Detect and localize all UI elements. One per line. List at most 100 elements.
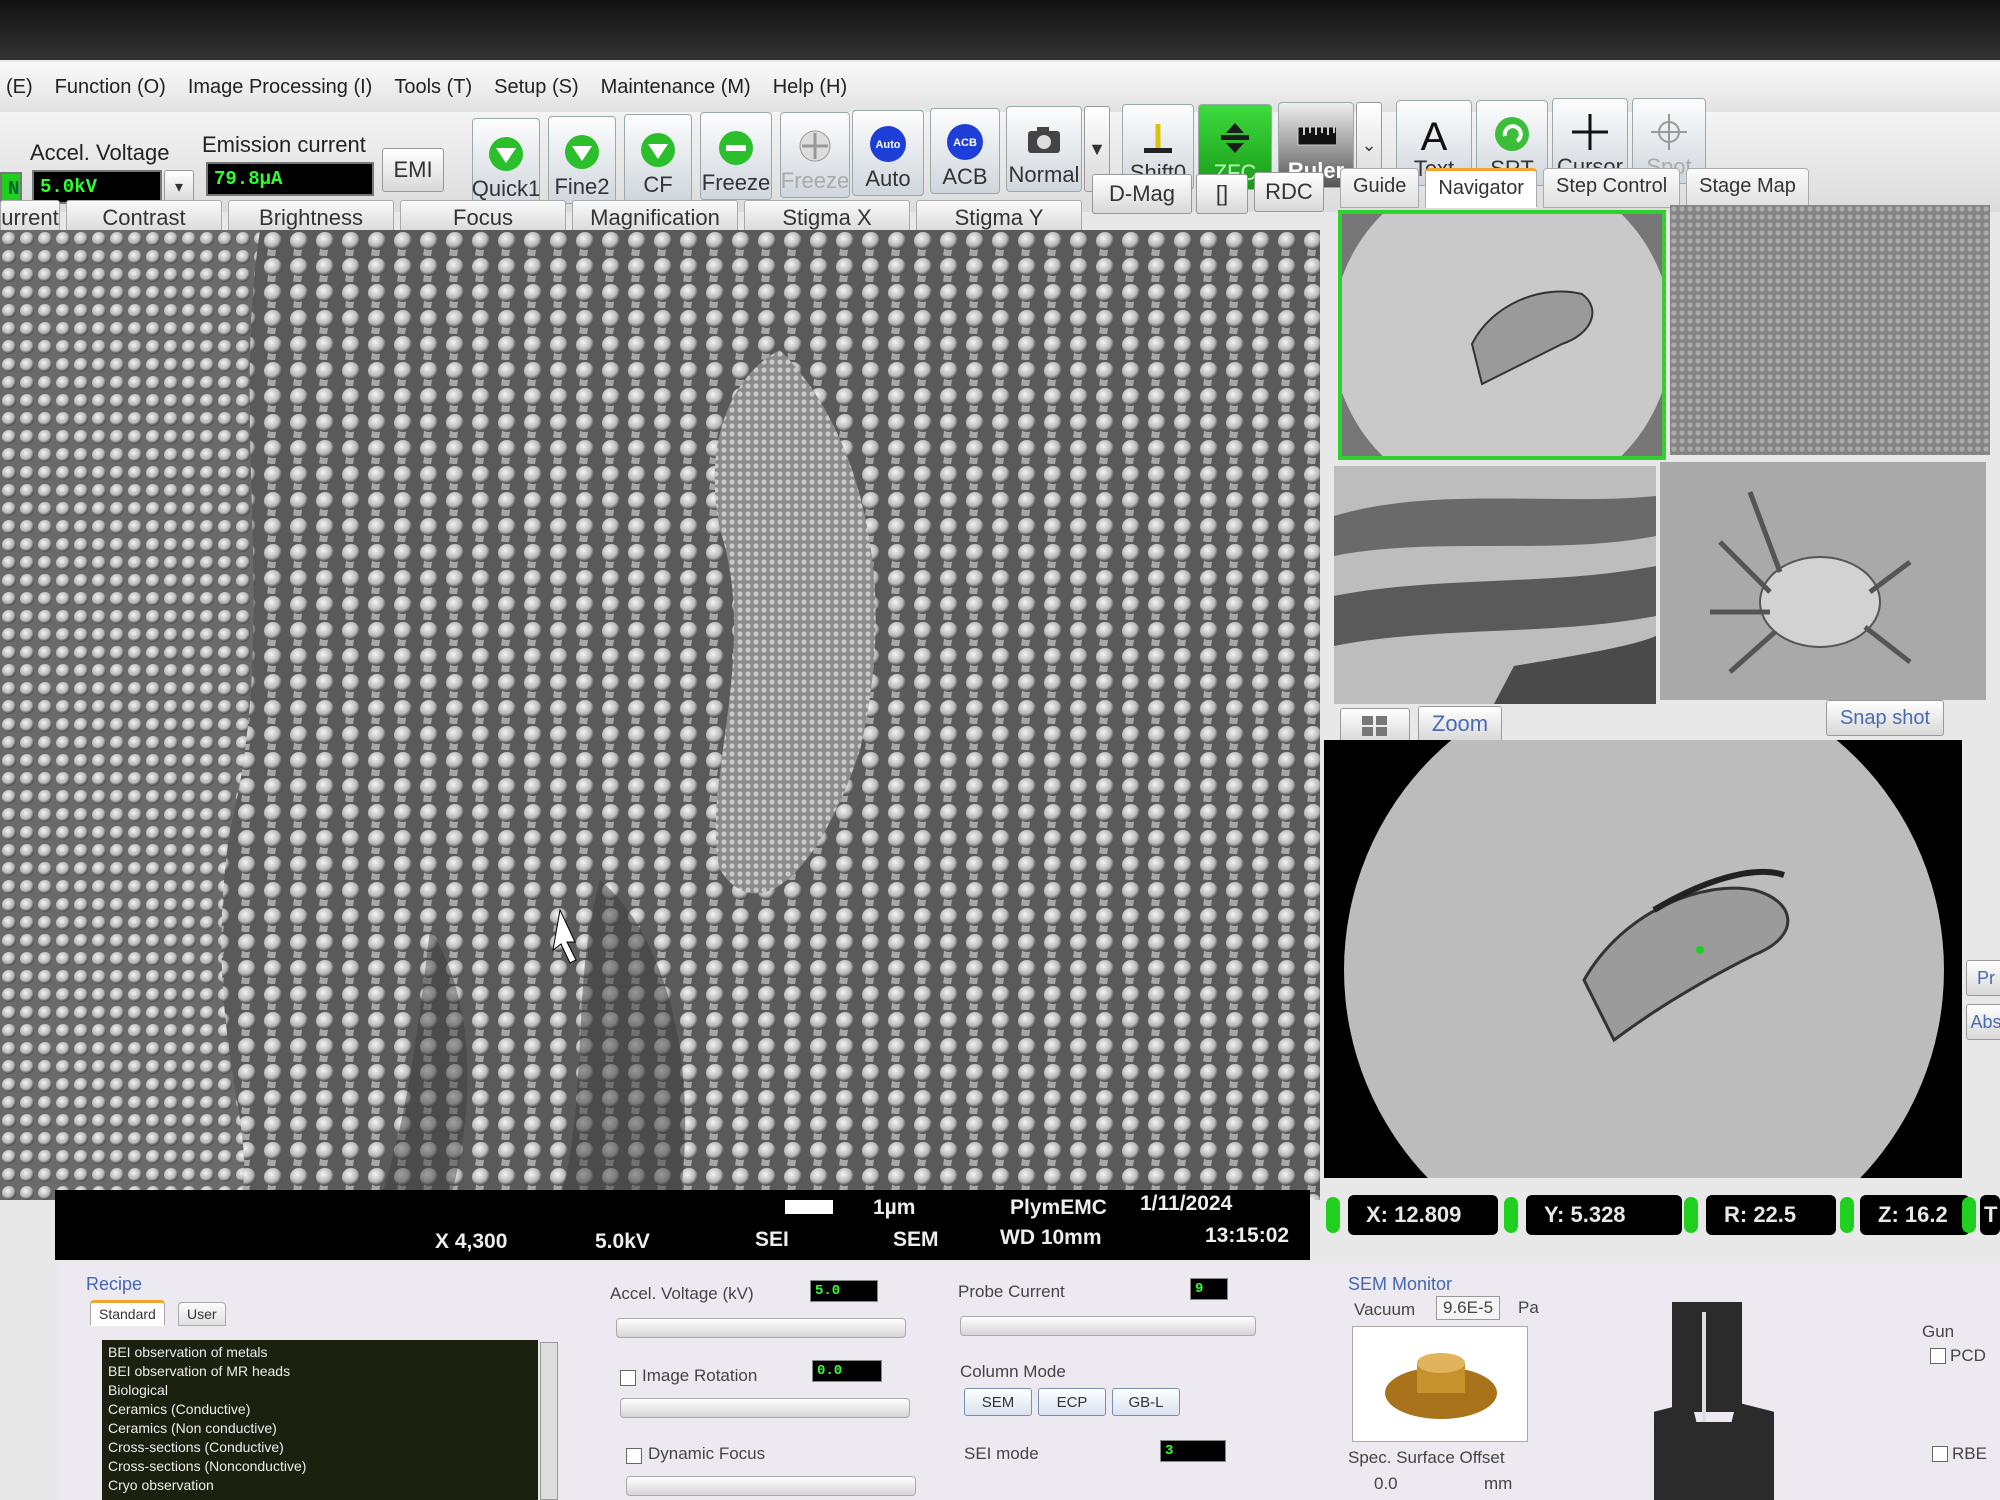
menu-item-function[interactable]: Function (O) <box>55 76 166 99</box>
cf-label: CF <box>643 172 673 197</box>
auto-button[interactable]: Auto Auto <box>852 110 924 196</box>
menu-item-e[interactable]: (E) <box>6 76 33 99</box>
edge-button-pr[interactable]: Pr <box>1966 960 2000 996</box>
navigator-thumb-2[interactable] <box>1670 205 1990 455</box>
chevron-down-icon: ⌄ <box>1361 134 1377 155</box>
zoom-button[interactable]: Zoom <box>1418 706 1502 742</box>
specimen-thumb-image <box>1342 214 1662 456</box>
emission-current-value: 79.8µA <box>206 162 374 196</box>
rbe-checkbox[interactable] <box>1932 1446 1948 1462</box>
chevron-down-icon: ▼ <box>1088 138 1106 159</box>
param-rotation-slider[interactable] <box>620 1398 910 1418</box>
menu-item-setup[interactable]: Setup (S) <box>494 76 578 99</box>
accel-voltage-value[interactable]: 5.0kV <box>32 170 162 204</box>
cf-button[interactable]: CF <box>624 114 692 202</box>
microvilli-texture <box>0 230 1320 1200</box>
surface-offset-label: Spec. Surface Offset <box>1348 1448 1505 1467</box>
stage-led <box>1326 1197 1340 1233</box>
tab-navigator[interactable]: Navigator <box>1425 168 1537 208</box>
image-rotation-checkbox[interactable] <box>620 1370 636 1386</box>
acb-icon-text: ACB <box>953 137 977 149</box>
tab-guide[interactable]: Guide <box>1340 168 1420 208</box>
list-item[interactable]: Ceramics (Non conductive) <box>108 1419 532 1438</box>
param-probe-slider[interactable] <box>960 1316 1256 1336</box>
recipe-scrollbar[interactable] <box>540 1342 558 1500</box>
accel-voltage-dropdown[interactable]: ▾ <box>164 170 194 204</box>
param-dynamic-label: Dynamic Focus <box>648 1444 766 1463</box>
navigator-thumb-1[interactable] <box>1338 210 1666 460</box>
lab-name: PlymEMC <box>1010 1196 1107 1219</box>
recipe-tab-standard[interactable]: Standard <box>90 1300 165 1326</box>
navigator-thumb-3[interactable] <box>1334 466 1656 704</box>
auto-icon-text: Auto <box>875 139 900 151</box>
param-probe-value[interactable]: 9 <box>1190 1278 1228 1300</box>
param-probe-label: Probe Current <box>958 1282 1065 1301</box>
bracket-button[interactable]: [] <box>1196 174 1248 214</box>
vacuum-label: Vacuum <box>1354 1300 1416 1319</box>
crosshair-icon <box>1570 112 1610 152</box>
param-rotation-value[interactable]: 0.0 <box>812 1360 882 1382</box>
svg-text:A: A <box>1421 115 1448 154</box>
dynamic-focus-checkbox[interactable] <box>626 1448 642 1464</box>
sem-monitor-title: SEM Monitor <box>1348 1274 1453 1294</box>
fine2-button[interactable]: Fine2 <box>548 116 616 204</box>
list-item[interactable]: BEI observation of metals <box>108 1343 532 1362</box>
column-mode-sem[interactable]: SEM <box>964 1388 1032 1416</box>
list-item[interactable]: Biological <box>108 1381 532 1400</box>
freeze-dim-button[interactable]: Freeze <box>780 112 850 198</box>
srt-icon <box>1492 114 1532 154</box>
list-item[interactable]: Cross-sections (Nonconductive) <box>108 1457 532 1476</box>
stage-r: R: 22.5 <box>1706 1195 1836 1235</box>
stage-z: Z: 16.2 <box>1860 1195 1970 1235</box>
normal-label: Normal <box>1008 162 1080 187</box>
column-mode-ecp[interactable]: ECP <box>1038 1388 1106 1416</box>
rdc-button[interactable]: RDC <box>1254 172 1324 212</box>
navigator-large-view[interactable] <box>1324 740 1962 1178</box>
right-panel-tabs: Guide Navigator Step Control Stage Map <box>1340 168 1809 208</box>
list-item[interactable]: BEI observation of MR heads <box>108 1362 532 1381</box>
ruler-icon <box>1296 116 1336 156</box>
param-sei-value[interactable]: 3 <box>1160 1440 1226 1462</box>
stage-led <box>1684 1197 1698 1233</box>
grid-icon <box>1362 716 1387 736</box>
dmag-button[interactable]: D-Mag <box>1092 174 1192 214</box>
tab-step-control[interactable]: Step Control <box>1542 168 1681 208</box>
param-sei-label: SEI mode <box>964 1444 1039 1463</box>
freeze-icon <box>716 128 756 168</box>
wd-readout: WD 10mm <box>1000 1226 1102 1249</box>
normal-button[interactable]: Normal <box>1006 106 1082 192</box>
list-item[interactable]: Cryo observation <box>108 1476 532 1495</box>
tab-stage-map[interactable]: Stage Map <box>1686 168 1809 208</box>
recipe-tab-user[interactable]: User <box>178 1302 226 1326</box>
param-dynamic-slider[interactable] <box>626 1476 916 1496</box>
accel-voltage-label: Accel. Voltage <box>30 140 170 165</box>
stage-x: X: 12.809 <box>1348 1195 1498 1235</box>
acb-button[interactable]: ACB ACB <box>930 108 1000 194</box>
menu-item-tools[interactable]: Tools (T) <box>394 76 472 99</box>
freeze-button[interactable]: Freeze <box>700 112 772 200</box>
menu-item-maintenance[interactable]: Maintenance (M) <box>601 76 751 99</box>
shift-icon <box>1138 118 1178 158</box>
list-item[interactable]: Ceramics (Conductive) <box>108 1400 532 1419</box>
pcd-checkbox[interactable] <box>1930 1348 1946 1364</box>
param-accel-value[interactable]: 5.0 <box>810 1280 878 1302</box>
edge-button-abs[interactable]: Abs <box>1966 1004 2000 1040</box>
scan-down-icon <box>562 132 602 172</box>
quick1-button[interactable]: Quick1 <box>472 118 540 206</box>
param-accel-slider[interactable] <box>616 1318 906 1338</box>
camera-icon <box>1024 120 1064 160</box>
menu-item-help[interactable]: Help (H) <box>773 76 847 99</box>
stage-led <box>1504 1197 1518 1233</box>
gun-label: Gun <box>1922 1322 1955 1341</box>
navigator-thumb-4[interactable] <box>1660 462 1986 700</box>
snapshot-button[interactable]: Snap shot <box>1826 700 1944 736</box>
sem-live-image[interactable] <box>0 230 1320 1200</box>
emi-button[interactable]: EMI <box>382 148 444 192</box>
grid-view-button[interactable] <box>1340 708 1410 744</box>
stage-t: T <box>1980 1195 2000 1235</box>
recipe-list[interactable]: BEI observation of metals BEI observatio… <box>102 1340 538 1500</box>
emission-current-label: Emission current <box>202 132 366 157</box>
list-item[interactable]: Cross-sections (Conductive) <box>108 1438 532 1457</box>
menu-item-image-processing[interactable]: Image Processing (I) <box>188 76 373 99</box>
column-mode-gbl[interactable]: GB-L <box>1112 1388 1180 1416</box>
